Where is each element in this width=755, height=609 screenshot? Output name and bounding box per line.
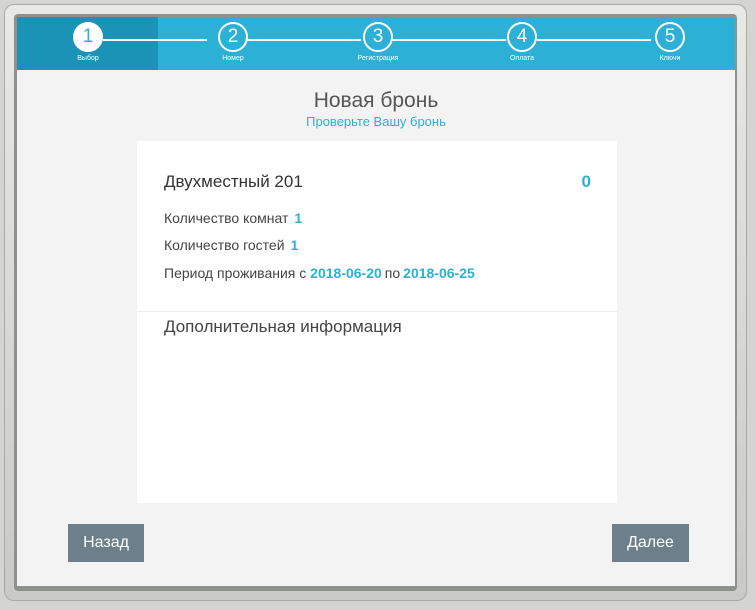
room-name: Двухместный 201 [164, 172, 303, 191]
step-number: 5 [655, 22, 685, 52]
additional-info-heading: Дополнительная информация [164, 317, 402, 336]
step-label: Ключи [659, 55, 681, 62]
step-label: Номер [222, 55, 244, 62]
rooms-count-value: 1 [294, 210, 303, 226]
step-registration[interactable]: 3 Регистрация [348, 22, 408, 63]
next-button[interactable]: Далее [612, 524, 689, 562]
booking-stepper: 1 Выбор 2 Номер 3 Регистрация 4 Оплата 5… [17, 17, 735, 70]
guests-count-row: Количество гостей 1 [164, 237, 298, 253]
step-number: 2 [218, 22, 248, 52]
period-start-date: 2018-06-20 [310, 265, 382, 281]
guests-count-label: Количество гостей [164, 237, 285, 253]
step-label: Оплата [509, 55, 535, 62]
step-connector [537, 39, 651, 41]
period-end-date: 2018-06-25 [403, 265, 475, 281]
booking-summary-card: Двухместный 201 0 Количество комнат 1 Кол… [137, 141, 617, 503]
step-connector [103, 39, 207, 41]
step-label: Выбор [77, 55, 99, 62]
stay-period-label: Период проживания с [164, 265, 307, 281]
back-button[interactable]: Назад [68, 524, 144, 562]
step-choice[interactable]: 1 Выбор [58, 22, 118, 63]
room-price: 0 [581, 172, 591, 191]
step-keys[interactable]: 5 Ключи [640, 22, 700, 63]
page-subtitle: Проверьте Вашу бронь [306, 114, 446, 129]
step-connector [392, 39, 506, 41]
rooms-count-label: Количество комнат [164, 210, 289, 226]
step-connector [247, 39, 361, 41]
guests-count-value: 1 [290, 237, 299, 253]
step-payment[interactable]: 4 Оплата [492, 22, 552, 63]
stay-period-row: Период проживания с 2018-06-20 по 2018-06-… [164, 265, 475, 281]
section-divider [137, 311, 617, 312]
step-room[interactable]: 2 Номер [203, 22, 263, 63]
step-label: Регистрация [357, 55, 399, 62]
kiosk-screen: 1 Выбор 2 Номер 3 Регистрация 4 Оплата 5… [17, 17, 735, 586]
step-number: 3 [363, 22, 393, 52]
page-title: Новая бронь [313, 89, 439, 112]
step-number: 4 [507, 22, 537, 52]
period-to-label: по [384, 265, 401, 281]
step-number: 1 [73, 22, 103, 52]
rooms-count-row: Количество комнат 1 [164, 210, 302, 226]
